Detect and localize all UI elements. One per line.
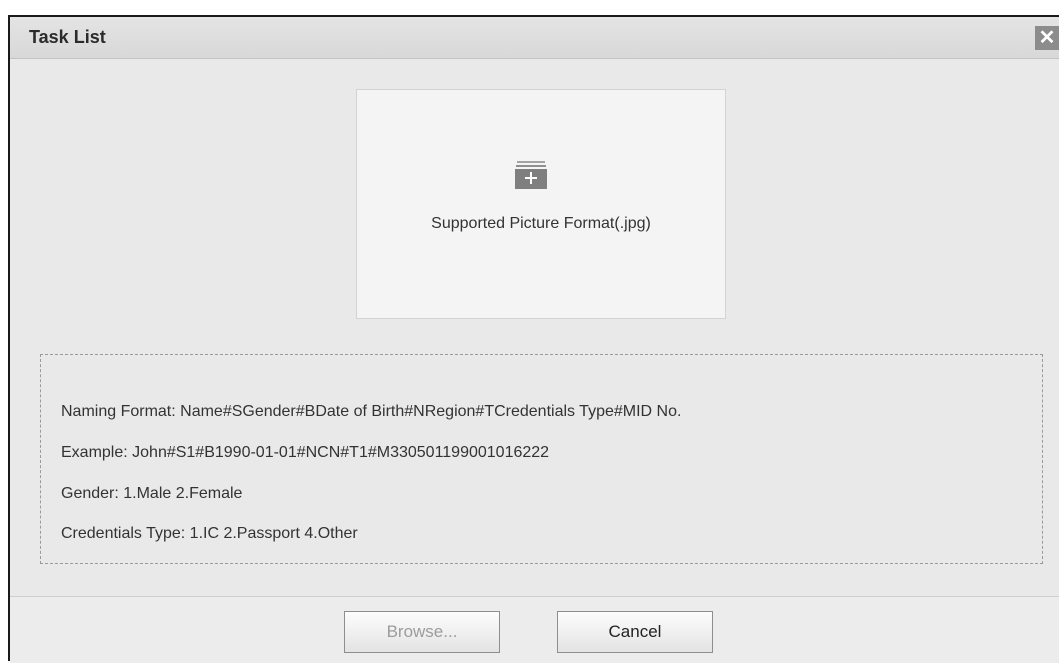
close-icon: ✕ (1038, 27, 1056, 49)
credentials-type-text: Credentials Type: 1.IC 2.Passport 4.Othe… (61, 525, 358, 542)
folder-plus-icon (515, 161, 547, 189)
dialog-footer: Browse... Cancel (10, 596, 1059, 663)
picture-upload-area[interactable]: Supported Picture Format(.jpg) (356, 89, 726, 319)
naming-format-text: Naming Format: Name#SGender#BDate of Bir… (61, 403, 682, 420)
dialog-titlebar: Task List ✕ (10, 17, 1059, 59)
cancel-button[interactable]: Cancel (557, 611, 713, 653)
dialog-title: Task List (29, 27, 106, 47)
gender-text: Gender: 1.Male 2.Female (61, 485, 243, 502)
example-text: Example: John#S1#B1990-01-01#NCN#T1#M330… (61, 444, 550, 461)
close-button[interactable]: ✕ (1035, 26, 1059, 50)
browse-button[interactable]: Browse... (344, 611, 500, 653)
task-list-dialog: Task List ✕ Supported Picture Format(.jp… (8, 15, 1059, 663)
naming-info-box: Naming Format: Name#SGender#BDate of Bir… (40, 354, 1043, 564)
supported-format-label: Supported Picture Format(.jpg) (431, 215, 651, 232)
